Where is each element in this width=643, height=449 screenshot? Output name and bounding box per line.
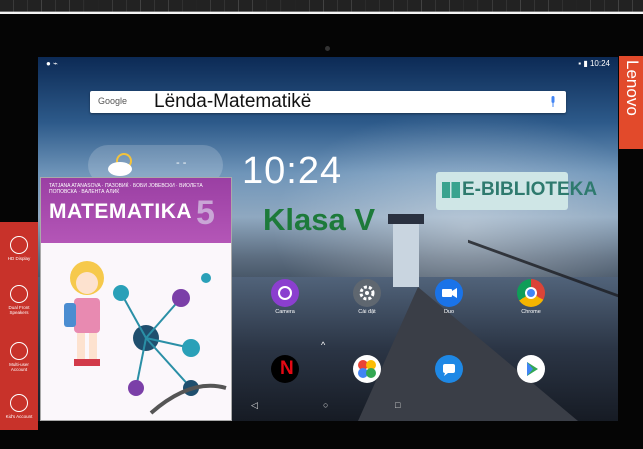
e-biblioteka-badge: E-BIBLIOTEKA: [436, 172, 597, 210]
nav-home-button[interactable]: ○: [323, 400, 328, 410]
camera-app[interactable]: Camera: [260, 279, 310, 315]
textbook-cover: TATJANA ATANASOVA · ПАЗОВИЌ · БОБИ ЈОВЕВ…: [40, 177, 232, 421]
cover-title: MATEMATIKA: [49, 200, 193, 223]
gear-icon: [353, 279, 381, 307]
app-drawer-chevron-icon[interactable]: ^: [321, 340, 325, 350]
search-query: Lënda-Matematikë: [154, 91, 312, 112]
feature-hd-display: HD Display: [4, 236, 34, 261]
feature-multi-user: Multi-user Account: [4, 342, 34, 372]
chrome-app[interactable]: Chrome: [506, 279, 556, 315]
nav-recents-button[interactable]: □: [395, 400, 400, 410]
e-biblioteka-text: E-BIBLIOTEKA: [462, 179, 598, 200]
settings-app[interactable]: Cài đặt: [342, 279, 392, 315]
temperature-placeholder: - -: [176, 157, 187, 169]
lenovo-brand-tag: Lenovo: [619, 56, 643, 149]
duo-app[interactable]: Duo: [424, 279, 474, 315]
mic-icon[interactable]: [550, 96, 556, 107]
pinwheel-icon: [353, 355, 381, 383]
book-icon: [442, 182, 460, 198]
play-store-app[interactable]: [506, 355, 556, 383]
wallpaper-lighthouse: [388, 214, 424, 287]
lenovo-logo: Lenovo: [623, 60, 642, 116]
child-icon: [10, 394, 28, 412]
cover-header: TATJANA ATANASOVA · ПАЗОВИЌ · БОБИ ЈОВЕВ…: [41, 178, 231, 243]
status-bar: ● ⌁ ▪ ▮ 10:24: [38, 57, 618, 71]
users-icon: [10, 342, 28, 360]
klasa-label: Klasa V: [263, 202, 376, 237]
message-bubble-icon: [435, 355, 463, 383]
top-caption-strip: ▆▆▆▆▆▆▆▆▆▆▆▆▆▆▆▆▆▆▆▆▆▆▆▆▆▆▆▆▆▆▆▆▆▆▆▆▆▆▆▆…: [0, 0, 643, 14]
camera-icon: [271, 279, 299, 307]
netflix-icon: N: [271, 355, 299, 383]
video-camera-icon: [435, 279, 463, 307]
feature-dual-speakers: Dual Front Speakers: [4, 285, 34, 315]
speaker-icon: [10, 285, 28, 303]
notification-icons: ● ⌁: [46, 59, 58, 68]
status-clock: ▪ ▮ 10:24: [578, 59, 610, 68]
top-caption-text: ▆▆▆▆▆▆▆▆▆▆▆▆▆▆▆▆▆▆▆▆▆▆▆▆▆▆▆▆▆▆▆▆▆▆▆▆▆▆▆▆…: [0, 0, 643, 11]
play-triangle-icon: [517, 355, 545, 383]
features-side-panel: HD Display Dual Front Speakers Multi-use…: [0, 222, 38, 430]
netflix-app[interactable]: N: [260, 355, 310, 383]
messages-app[interactable]: [424, 355, 474, 383]
tablet-screen: ● ⌁ ▪ ▮ 10:24 Google Lënda-Matematikë - …: [38, 57, 618, 421]
google-logo: Google: [98, 96, 128, 106]
settings-app-label: Cài đặt: [358, 309, 376, 315]
cover-grade: 5: [196, 194, 215, 232]
feature-kids-account: Kid's Account: [4, 394, 34, 419]
chrome-app-label: Chrome: [521, 309, 541, 315]
camera-app-label: Camera: [275, 309, 295, 315]
display-icon: [10, 236, 28, 254]
nav-back-button[interactable]: ◁: [251, 400, 258, 411]
home-clock: 10:24: [242, 150, 343, 192]
cover-girl-illustration: [64, 261, 104, 366]
duo-app-label: Duo: [443, 309, 455, 315]
google-search-bar[interactable]: Google Lënda-Matematikë: [90, 91, 566, 113]
photos-app[interactable]: [342, 355, 392, 383]
chrome-icon: [517, 279, 545, 307]
front-camera: [325, 46, 330, 51]
